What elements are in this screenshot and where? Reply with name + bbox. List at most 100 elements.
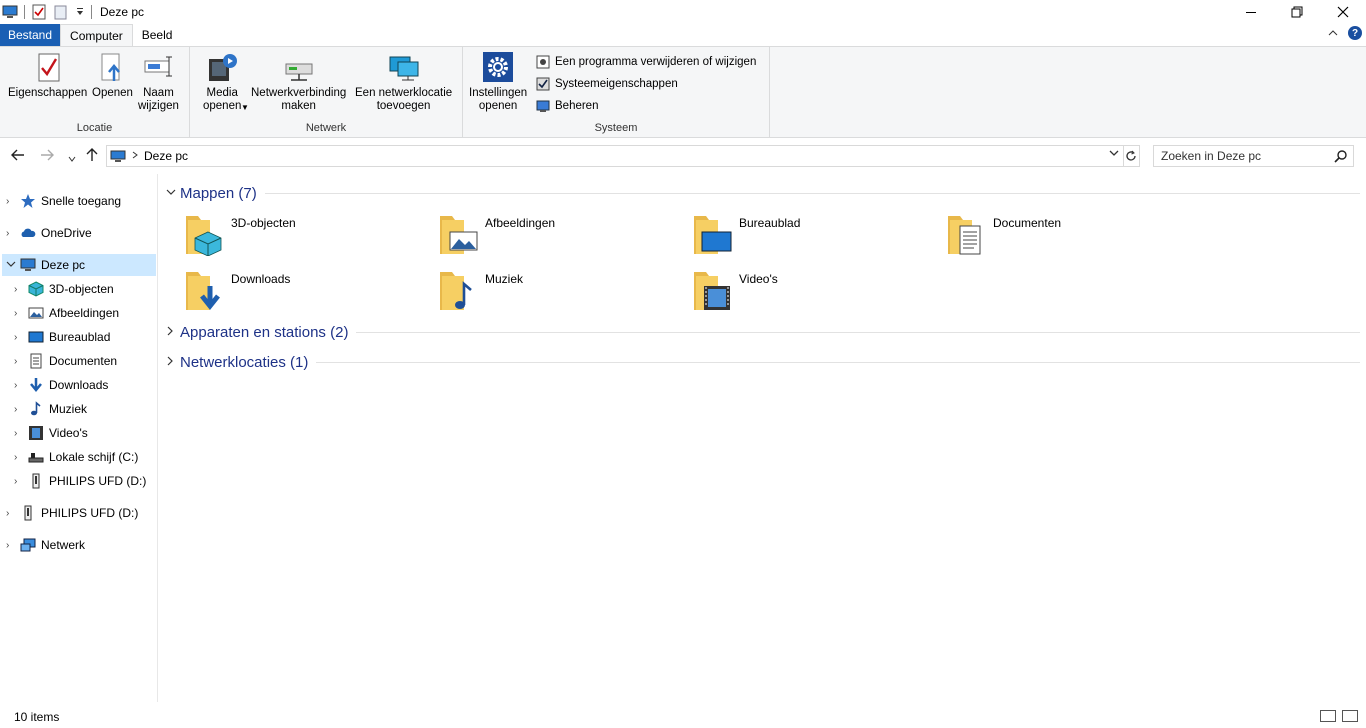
system-properties-icon (536, 77, 550, 91)
recent-locations-icon[interactable] (68, 150, 76, 166)
collapse-icon[interactable] (166, 187, 180, 199)
cloud-icon (20, 225, 36, 241)
nav-item-deze-pc[interactable]: Deze pc (2, 254, 156, 276)
expand-icon[interactable]: › (6, 540, 16, 551)
nav-item-snelle-toegang[interactable]: › Snelle toegang (6, 190, 156, 212)
search-icon[interactable] (1334, 149, 1348, 163)
nav-item-downloads[interactable]: › Downloads (14, 374, 108, 396)
eigenschappen-button[interactable]: Eigenschappen (8, 51, 87, 100)
expand-icon[interactable]: › (14, 452, 24, 463)
tab-computer[interactable]: Computer (60, 24, 133, 46)
nav-item-philips-ufd[interactable]: › PHILIPS UFD (D:) (6, 502, 138, 524)
details-view-icon[interactable] (1320, 710, 1336, 722)
programma-verwijderen-button[interactable]: Een programma verwijderen of wijzigen (536, 55, 756, 69)
folder-3d-objecten[interactable]: 3D-objecten (160, 210, 410, 258)
minimize-button[interactable] (1228, 0, 1274, 24)
expand-icon[interactable]: › (14, 380, 24, 391)
manage-icon (536, 99, 550, 113)
expand-icon[interactable]: › (14, 356, 24, 367)
restore-button[interactable] (1274, 0, 1320, 24)
expand-icon[interactable]: › (14, 428, 24, 439)
folder-afbeeldingen[interactable]: Afbeeldingen (414, 210, 664, 258)
close-button[interactable] (1320, 0, 1366, 24)
section-netwerklocaties[interactable]: Netwerklocaties (1) (166, 351, 1360, 373)
help-icon[interactable]: ? (1348, 26, 1362, 40)
section-title: Netwerklocaties (1) (180, 353, 309, 371)
ribbon-tools: ? (1328, 26, 1362, 40)
section-mappen[interactable]: Mappen (7) (166, 182, 1360, 204)
quick-access-toolbar (0, 0, 98, 24)
media-icon (206, 51, 238, 83)
nav-item-philips-ufd-sub[interactable]: › PHILIPS UFD (D:) (14, 470, 146, 492)
search-placeholder: Zoeken in Deze pc (1161, 149, 1262, 163)
expand-icon[interactable]: › (6, 508, 16, 519)
content-pane: Mappen (7) 3D-objecten Afbeeldingen Bure… (160, 174, 1366, 702)
customize-dropdown-icon[interactable] (75, 4, 85, 20)
refresh-button[interactable] (1122, 145, 1140, 167)
folder-documenten[interactable]: Documenten (922, 210, 1172, 258)
media-openen-button[interactable]: Media openen ▼ (203, 51, 249, 113)
expand-icon[interactable]: › (14, 404, 24, 415)
minimize-ribbon-icon[interactable] (1328, 26, 1338, 40)
expand-icon[interactable]: › (6, 228, 16, 239)
netwerklocatie-toevoegen-button[interactable]: Een netwerklocatie toevoegen (355, 51, 452, 113)
expand-icon[interactable] (166, 326, 180, 339)
systeemeigenschappen-button[interactable]: Systeemeigenschappen (536, 77, 678, 91)
expand-icon[interactable]: › (14, 308, 24, 319)
open-icon (96, 51, 128, 83)
uninstall-icon (536, 55, 550, 69)
expand-icon[interactable]: › (14, 284, 24, 295)
nav-item-documenten[interactable]: › Documenten (14, 350, 117, 372)
search-input[interactable]: Zoeken in Deze pc (1153, 145, 1354, 167)
netwerkverbinding-maken-button[interactable]: Netwerkverbinding maken (251, 51, 346, 113)
tab-bestand[interactable]: Bestand (0, 24, 61, 46)
address-dropdown-icon[interactable] (1109, 149, 1119, 160)
openen-button[interactable]: Openen (92, 51, 133, 100)
folder-downloads[interactable]: Downloads (160, 266, 410, 314)
forward-icon[interactable] (40, 148, 54, 164)
up-icon[interactable] (86, 148, 98, 165)
address-row: Deze pc Zoeken in Deze pc (0, 140, 1366, 174)
settings-icon (482, 51, 514, 83)
expand-icon[interactable] (166, 356, 180, 369)
nav-item-bureaublad[interactable]: › Bureaublad (14, 326, 110, 348)
nav-item-lokale-schijf[interactable]: › Lokale schijf (C:) (14, 446, 138, 468)
properties-icon[interactable] (31, 4, 47, 20)
folder-name: Bureaublad (739, 216, 801, 230)
expand-icon[interactable]: › (14, 332, 24, 343)
folder-bureaublad[interactable]: Bureaublad (668, 210, 918, 258)
breadcrumb-chevron-icon[interactable] (132, 150, 138, 162)
instellingen-openen-button[interactable]: Instellingen openen (469, 51, 527, 113)
group-label-locatie: Locatie (76, 122, 113, 134)
beheren-button[interactable]: Beheren (536, 99, 598, 113)
new-folder-icon[interactable] (53, 4, 69, 20)
network-icon (20, 537, 36, 553)
folder-name: Video's (739, 272, 778, 286)
ribbon-tabs: Bestand Computer Beeld ? (0, 24, 1366, 46)
section-apparaten[interactable]: Apparaten en stations (2) (166, 321, 1360, 343)
status-bar: 10 items (0, 704, 1366, 728)
large-icons-view-icon[interactable] (1342, 710, 1358, 722)
expand-icon[interactable]: › (6, 196, 16, 207)
cube-icon (28, 281, 44, 297)
folder-muziek[interactable]: Muziek (414, 266, 664, 314)
computer-icon[interactable] (2, 4, 18, 20)
nav-item-muziek[interactable]: › Muziek (14, 398, 87, 420)
nav-item-videos[interactable]: › Video's (14, 422, 88, 444)
breadcrumb-item[interactable]: Deze pc (144, 149, 188, 163)
nav-item-afbeeldingen[interactable]: › Afbeeldingen (14, 302, 119, 324)
expand-icon[interactable]: › (14, 476, 24, 487)
section-title: Apparaten en stations (2) (180, 323, 349, 341)
hard-drive-icon (28, 449, 44, 465)
section-title: Mappen (7) (180, 184, 257, 202)
nav-item-onedrive[interactable]: › OneDrive (6, 222, 156, 244)
nav-item-netwerk[interactable]: › Netwerk (6, 534, 85, 556)
back-icon[interactable] (11, 148, 25, 164)
naam-wijzigen-button[interactable]: Naam wijzigen (138, 51, 179, 113)
address-bar[interactable]: Deze pc (106, 145, 1124, 167)
folder-videos[interactable]: Video's (668, 266, 918, 314)
network-drive-icon (283, 51, 315, 83)
tab-beeld[interactable]: Beeld (133, 24, 182, 46)
nav-item-3d-objecten[interactable]: › 3D-objecten (14, 278, 114, 300)
collapse-icon[interactable] (6, 260, 16, 271)
